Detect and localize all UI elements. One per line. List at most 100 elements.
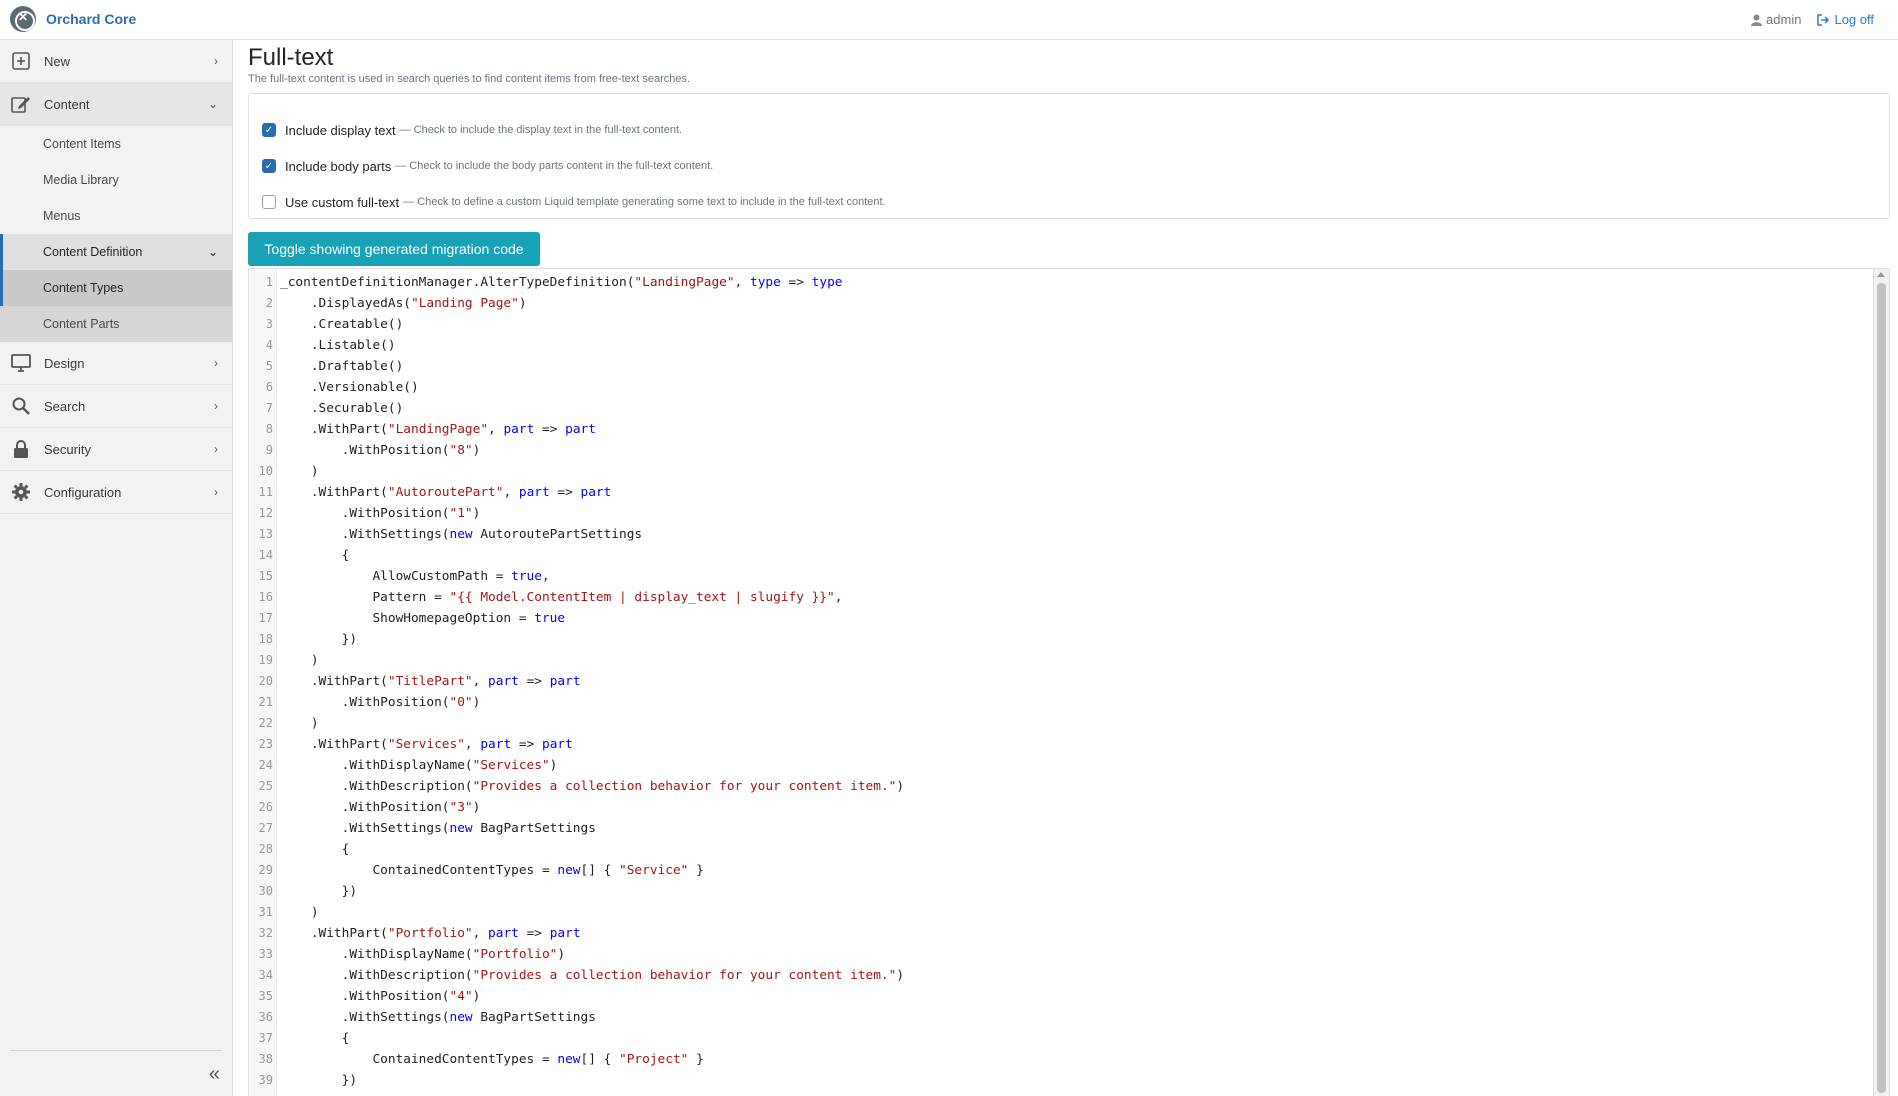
option-hint: — Check to define a custom Liquid templa… [403, 196, 886, 208]
sidebar-footer: « [10, 1050, 222, 1096]
include-display-text-checkbox[interactable]: ✓ [262, 123, 276, 137]
code-text: _contentDefinitionManager.AlterTypeDefin… [280, 275, 843, 290]
line-number: 19 [258, 653, 273, 667]
code-line: 10 ) [249, 461, 904, 482]
toggle-migration-code-button[interactable]: Toggle showing generated migration code [248, 232, 540, 266]
sidebar-item-security[interactable]: Security › [0, 428, 232, 471]
fulltext-options-card: ✓ Include display text — Check to includ… [248, 93, 1890, 219]
sidebar-item-label: Security [44, 441, 91, 457]
sidebar-item-new[interactable]: New › [0, 40, 232, 83]
sidebar-item-media-library[interactable]: Media Library [0, 162, 232, 198]
code-text: AllowCustomPath = true, [280, 569, 550, 584]
code-text: .WithPart("AutoroutePart", part => part [280, 485, 612, 500]
sidebar-item-menus[interactable]: Menus [0, 198, 232, 234]
line-number: 2 [265, 296, 273, 310]
migration-code-editor[interactable]: 1 _contentDefinitionManager.AlterTypeDefi… [248, 268, 1890, 1096]
code-line: 33 .WithDisplayName("Portfolio") [249, 944, 904, 965]
line-number: 25 [258, 779, 273, 793]
chevron-right-icon: › [214, 54, 218, 68]
line-number: 18 [258, 632, 273, 646]
include-body-parts-checkbox[interactable]: ✓ [262, 159, 276, 173]
sidebar-item-configuration[interactable]: Configuration › [0, 471, 232, 514]
use-custom-fulltext-checkbox[interactable] [262, 195, 276, 209]
code-line: 13 .WithSettings(new AutoroutePartSettin… [249, 524, 904, 545]
line-number: 17 [258, 611, 273, 625]
collapse-sidebar-icon[interactable]: « [209, 1063, 220, 1086]
code-text: .WithDescription("Provides a collection … [280, 779, 905, 794]
code-line: 4 .Listable() [249, 335, 904, 356]
code-text: .Creatable() [280, 317, 404, 332]
user-menu: admin Log off [1751, 12, 1874, 27]
code-line: 37 { [249, 1028, 904, 1049]
option-use-custom-fulltext: Use custom full-text — Check to define a… [262, 184, 1876, 220]
desktop-icon [10, 352, 32, 374]
code-text: }) [280, 632, 358, 647]
code-line: 35 .WithPosition("4") [249, 986, 904, 1007]
code-line: 5 .Draftable() [249, 356, 904, 377]
sidebar-item-content-items[interactable]: Content Items [0, 126, 232, 162]
line-number: 39 [258, 1073, 273, 1087]
sidebar-item-search[interactable]: Search › [0, 385, 232, 428]
option-label: Include display text [285, 122, 396, 138]
lock-icon [10, 438, 32, 460]
code-text: .WithPosition("4") [280, 989, 481, 1004]
sidebar-item-label: Configuration [44, 484, 122, 500]
chevron-right-icon: › [214, 442, 218, 456]
line-number: 8 [265, 422, 273, 436]
scroll-up-arrow-icon[interactable] [1877, 272, 1885, 277]
line-number: 9 [265, 443, 273, 457]
line-number: 20 [258, 674, 273, 688]
option-include-display-text: ✓ Include display text — Check to includ… [262, 112, 1876, 148]
search-icon [10, 395, 32, 417]
line-number: 30 [258, 884, 273, 898]
sidebar-item-content-definition[interactable]: Content Definition ⌄ [0, 234, 232, 270]
sidebar-item-design[interactable]: Design › [0, 342, 232, 385]
sidebar-item-content-types[interactable]: Content Types [0, 270, 232, 306]
line-number: 26 [258, 800, 273, 814]
code-line: 39 }) [249, 1070, 904, 1091]
scroll-thumb[interactable] [1877, 283, 1886, 1093]
line-number: 37 [258, 1031, 273, 1045]
code-text: .WithPosition("0") [280, 695, 481, 710]
option-label: Use custom full-text [285, 194, 400, 210]
code-line: 11 .WithPart("AutoroutePart", part => pa… [249, 482, 904, 503]
user-menu-link[interactable]: admin [1751, 12, 1801, 27]
line-number: 4 [265, 338, 273, 352]
line-number: 35 [258, 989, 273, 1003]
line-number: 3 [265, 317, 273, 331]
code-text: .WithPart("LandingPage", part => part [280, 422, 596, 437]
line-number: 21 [258, 695, 273, 709]
code-line: 38 ContainedContentTypes = new[] { "Proj… [249, 1049, 904, 1070]
sidebar-item-label: Content Definition [43, 245, 143, 259]
code-line: 8 .WithPart("LandingPage", part => part [249, 419, 904, 440]
brand-link[interactable]: Orchard Core [10, 6, 136, 32]
option-hint: — Check to include the body parts conten… [395, 160, 714, 172]
chevron-down-icon: ⌄ [207, 245, 218, 259]
code-line: 26 .WithPosition("3") [249, 797, 904, 818]
sidebar-item-label: Content [44, 96, 90, 112]
code-line: 12 .WithPosition("1") [249, 503, 904, 524]
line-number: 33 [258, 947, 273, 961]
line-number: 6 [265, 380, 273, 394]
line-number: 22 [258, 716, 273, 730]
sidebar-item-content-parts[interactable]: Content Parts [0, 306, 232, 342]
code-line: 20 .WithPart("TitlePart", part => part [249, 671, 904, 692]
code-scrollbar[interactable] [1873, 269, 1889, 1096]
line-number: 1 [265, 275, 273, 289]
top-navbar: Orchard Core admin Log off [0, 0, 1898, 40]
code-text: }) [280, 884, 358, 899]
code-line: 9 .WithPosition("8") [249, 440, 904, 461]
code-text: .Listable() [280, 338, 396, 353]
line-number: 38 [258, 1052, 273, 1066]
code-text: .Draftable() [280, 359, 404, 374]
code-line: 28 { [249, 839, 904, 860]
code-text: .WithPosition("1") [280, 506, 481, 521]
logoff-link[interactable]: Log off [1817, 12, 1874, 27]
sidebar-item-content[interactable]: Content ⌄ [0, 83, 232, 126]
code-line: 36 .WithSettings(new BagPartSettings [249, 1007, 904, 1028]
plus-square-icon [10, 50, 32, 72]
line-number: 16 [258, 590, 273, 604]
line-number: 7 [265, 401, 273, 415]
page-hint: The full-text content is used in search … [248, 73, 691, 85]
code-line: 27 .WithSettings(new BagPartSettings [249, 818, 904, 839]
